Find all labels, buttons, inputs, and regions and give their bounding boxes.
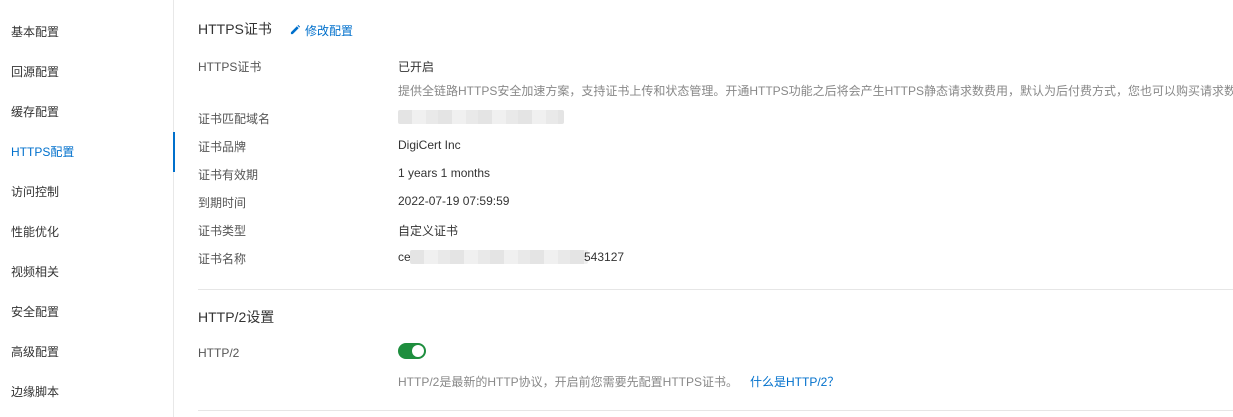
sidebar-item-edge-script[interactable]: 边缘脚本 bbox=[0, 372, 174, 412]
cert-name-prefix: ce bbox=[398, 250, 411, 264]
edit-icon bbox=[290, 24, 301, 38]
http2-description: HTTP/2是最新的HTTP协议，开启前您需要先配置HTTPS证书。 bbox=[398, 375, 739, 389]
sidebar-item-performance[interactable]: 性能优化 bbox=[0, 212, 174, 252]
cert-domain-value-redacted bbox=[398, 110, 564, 124]
sidebar-item-advanced[interactable]: 高级配置 bbox=[0, 332, 174, 372]
http2-description-row: HTTP/2是最新的HTTP协议，开启前您需要先配置HTTPS证书。 什么是HTT… bbox=[398, 373, 1233, 390]
https-section-title: HTTPS证书 bbox=[198, 21, 272, 37]
https-cert-status: 已开启 bbox=[398, 60, 435, 74]
cert-name-redacted bbox=[410, 250, 588, 264]
sidebar-item-basic[interactable]: 基本配置 bbox=[0, 12, 174, 52]
sidebar-item-https[interactable]: HTTPS配置 bbox=[0, 132, 175, 172]
sidebar-item-origin[interactable]: 回源配置 bbox=[0, 52, 174, 92]
cert-type-label: 证书类型 bbox=[198, 224, 247, 238]
cert-expiry-label: 到期时间 bbox=[198, 196, 247, 210]
cert-brand-value: DigiCert Inc bbox=[398, 138, 461, 152]
cert-validity-value: 1 years 1 months bbox=[398, 166, 491, 180]
toggle-knob bbox=[412, 345, 424, 357]
edit-config-button[interactable]: 修改配置 bbox=[290, 22, 353, 39]
http2-label: HTTP/2 bbox=[198, 346, 240, 360]
cert-name-label: 证书名称 bbox=[198, 252, 247, 266]
cert-domain-label: 证书匹配域名 bbox=[198, 112, 271, 126]
http2-section-title: HTTP/2设置 bbox=[198, 309, 275, 325]
cert-expiry-value: 2022-07-19 07:59:59 bbox=[398, 194, 510, 208]
cert-name-suffix: 543127 bbox=[584, 250, 625, 264]
sidebar-item-video[interactable]: 视频相关 bbox=[0, 252, 174, 292]
sidebar-item-cache[interactable]: 缓存配置 bbox=[0, 92, 174, 132]
edit-config-label: 修改配置 bbox=[305, 24, 354, 38]
cert-validity-label: 证书有效期 bbox=[198, 168, 259, 182]
http2-help-link[interactable]: 什么是HTTP/2？ bbox=[750, 375, 839, 389]
cert-type-value: 自定义证书 bbox=[398, 224, 459, 238]
sidebar-item-access-control[interactable]: 访问控制 bbox=[0, 172, 174, 212]
http2-toggle[interactable] bbox=[398, 343, 426, 359]
sidebar-nav: 基本配置 回源配置 缓存配置 HTTPS配置 访问控制 性能优化 视频相关 安全… bbox=[0, 0, 175, 417]
section-divider-bottom bbox=[198, 410, 1233, 411]
https-cert-description: 提供全链路HTTPS安全加速方案，支持证书上传和状态管理。开通HTTPS功能之后… bbox=[398, 84, 1233, 98]
https-cert-label: HTTPS证书 bbox=[198, 60, 262, 74]
section-divider bbox=[198, 289, 1233, 290]
cert-brand-label: 证书品牌 bbox=[198, 140, 247, 154]
sidebar-item-security[interactable]: 安全配置 bbox=[0, 292, 174, 332]
